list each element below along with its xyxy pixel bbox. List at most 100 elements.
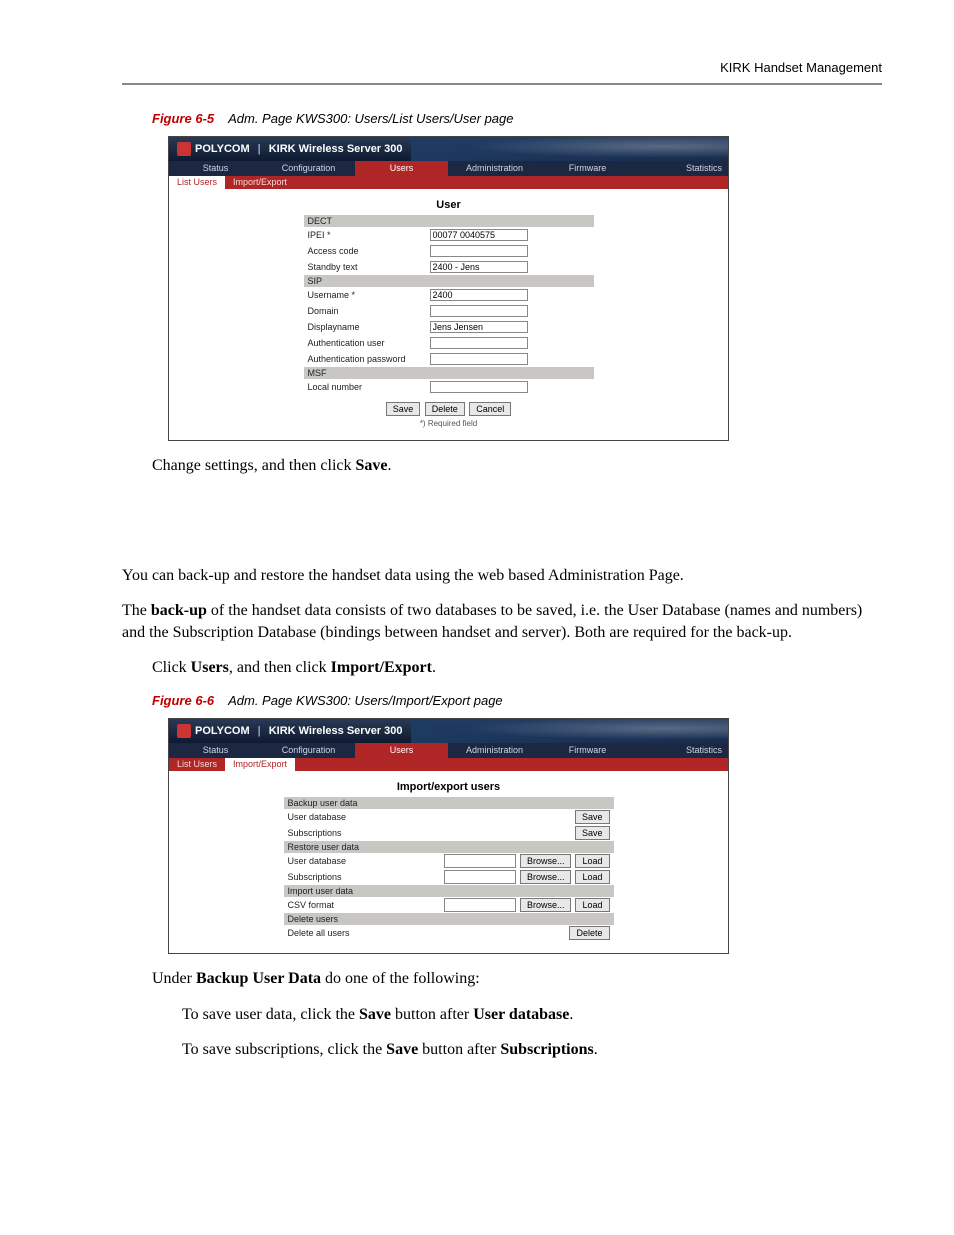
text-bold: Import/Export — [331, 659, 432, 676]
import-csv-label: CSV format — [288, 900, 335, 910]
text: Click — [152, 659, 191, 676]
domain-field[interactable] — [430, 305, 528, 317]
brand-logo: POLYCOM | KIRK Wireless Server 300 — [169, 724, 411, 738]
access-code-field[interactable] — [430, 245, 528, 257]
restore-subs-file[interactable] — [444, 870, 516, 884]
para-back-restore: You can back-up and restore the handset … — [122, 565, 882, 587]
top-banner-graphic — [411, 137, 729, 161]
required-footnote: *) Required field — [304, 419, 594, 428]
section-delete: Delete users — [284, 913, 614, 925]
delete-button[interactable]: Delete — [425, 402, 465, 416]
import-csv-load-button[interactable]: Load — [575, 898, 609, 912]
save-button[interactable]: Save — [386, 402, 421, 416]
polycom-icon — [177, 142, 191, 156]
auth-pass-field[interactable] — [430, 353, 528, 365]
user-button-bar: Save Delete Cancel — [304, 399, 594, 417]
text-bold: Subscriptions — [500, 1041, 593, 1058]
figure-caption-text: Adm. Page KWS300: Users/Import/Export pa… — [228, 693, 503, 708]
auth-user-field[interactable] — [430, 337, 528, 349]
displayname-field[interactable] — [430, 321, 528, 333]
sub-tabs: List Users Import/Export — [169, 758, 728, 771]
auth-user-label: Authentication user — [308, 338, 424, 348]
cancel-button[interactable]: Cancel — [469, 402, 511, 416]
tab-administration[interactable]: Administration — [448, 743, 541, 758]
subtab-list-users[interactable]: List Users — [169, 758, 225, 771]
domain-label: Domain — [308, 306, 424, 316]
tab-firmware[interactable]: Firmware — [541, 161, 634, 176]
import-csv-browse-button[interactable]: Browse... — [520, 898, 572, 912]
restore-subs-browse-button[interactable]: Browse... — [520, 870, 572, 884]
local-number-label: Local number — [308, 382, 424, 392]
access-code-label: Access code — [308, 246, 424, 256]
tab-status[interactable]: Status — [169, 743, 262, 758]
restore-subs-label: Subscriptions — [288, 872, 342, 882]
brand-logo: POLYCOM | KIRK Wireless Server 300 — [169, 142, 411, 156]
subtab-import-export[interactable]: Import/Export — [225, 176, 295, 189]
tab-users[interactable]: Users — [355, 743, 448, 758]
tab-status[interactable]: Status — [169, 161, 262, 176]
text-bold: Save — [386, 1041, 418, 1058]
standby-field[interactable] — [430, 261, 528, 273]
sub-tabs: List Users Import/Export — [169, 176, 728, 189]
section-backup: Backup user data — [284, 797, 614, 809]
subtab-list-users[interactable]: List Users — [169, 176, 225, 189]
brand-separator: | — [258, 725, 261, 737]
user-panel: DECT IPEI * Access code Standby text SIP… — [304, 215, 594, 428]
text: do one of the following: — [321, 970, 480, 987]
restore-userdb-file[interactable] — [444, 854, 516, 868]
para-change-save: Change settings, and then click Save. — [152, 455, 882, 477]
main-tabs: Status Configuration Users Administratio… — [169, 161, 728, 176]
figure-6-6-caption: Figure 6-6 Adm. Page KWS300: Users/Impor… — [152, 693, 882, 708]
user-panel-title: User — [436, 199, 460, 211]
top-banner-graphic — [411, 719, 729, 743]
delete-all-button[interactable]: Delete — [569, 926, 609, 940]
subtab-import-export[interactable]: Import/Export — [225, 758, 295, 771]
ipei-field[interactable] — [430, 229, 528, 241]
figure-6-5-screenshot: POLYCOM | KIRK Wireless Server 300 Statu… — [168, 136, 729, 441]
polycom-icon — [177, 724, 191, 738]
text-bold: Save — [356, 457, 388, 474]
displayname-label: Displayname — [308, 322, 424, 332]
text-bold: Users — [191, 659, 229, 676]
tab-configuration[interactable]: Configuration — [262, 743, 355, 758]
main-tabs: Status Configuration Users Administratio… — [169, 743, 728, 758]
user-panel-body: User DECT IPEI * Access code Standby tex… — [169, 189, 728, 440]
restore-userdb-load-button[interactable]: Load — [575, 854, 609, 868]
text: button after — [418, 1041, 500, 1058]
delete-all-label: Delete all users — [288, 928, 350, 938]
para-save-subs: To save subscriptions, click the Save bu… — [182, 1039, 882, 1061]
username-field[interactable] — [430, 289, 528, 301]
tab-statistics[interactable]: Statistics — [634, 743, 728, 758]
backup-subs-save-button[interactable]: Save — [575, 826, 610, 840]
section-import: Import user data — [284, 885, 614, 897]
import-csv-file[interactable] — [444, 898, 516, 912]
text-bold: User database — [473, 1006, 569, 1023]
brand-b: KIRK Wireless Server 300 — [269, 725, 403, 737]
figure-caption-text: Adm. Page KWS300: Users/List Users/User … — [228, 111, 513, 126]
tab-administration[interactable]: Administration — [448, 161, 541, 176]
backup-subs-label: Subscriptions — [288, 828, 342, 838]
restore-subs-load-button[interactable]: Load — [575, 870, 609, 884]
section-sip: SIP — [304, 275, 594, 287]
tab-configuration[interactable]: Configuration — [262, 161, 355, 176]
figure-6-5-caption: Figure 6-5 Adm. Page KWS300: Users/List … — [152, 111, 882, 126]
local-number-field[interactable] — [430, 381, 528, 393]
standby-label: Standby text — [308, 262, 424, 272]
tab-users[interactable]: Users — [355, 161, 448, 176]
para-save-userdb: To save user data, click the Save button… — [182, 1004, 882, 1026]
figure-id: Figure 6-6 — [152, 693, 214, 708]
text-bold: back-up — [151, 602, 207, 619]
backup-userdb-save-button[interactable]: Save — [575, 810, 610, 824]
username-label: Username * — [308, 290, 424, 300]
text-bold: Backup User Data — [196, 970, 321, 987]
brand-separator: | — [258, 143, 261, 155]
admin-top-bar: POLYCOM | KIRK Wireless Server 300 — [169, 137, 728, 161]
restore-userdb-browse-button[interactable]: Browse... — [520, 854, 572, 868]
para-under-backup: Under Backup User Data do one of the fol… — [152, 968, 882, 990]
admin-top-bar: POLYCOM | KIRK Wireless Server 300 — [169, 719, 728, 743]
tab-statistics[interactable]: Statistics — [634, 161, 728, 176]
ie-panel-title: Import/export users — [397, 781, 500, 793]
tab-firmware[interactable]: Firmware — [541, 743, 634, 758]
para-backup: The back-up of the handset data consists… — [122, 600, 882, 643]
text: . — [569, 1006, 573, 1023]
